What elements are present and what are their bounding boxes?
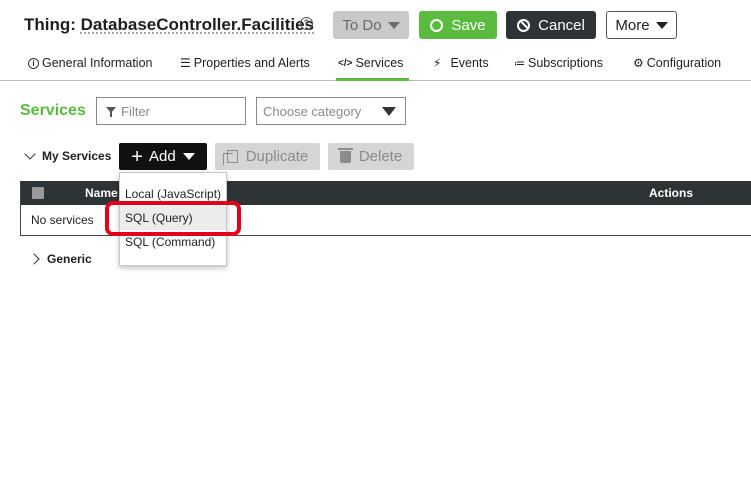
column-actions: Actions (649, 186, 694, 200)
title-prefix: Thing: (24, 15, 81, 34)
tab-label: Subscriptions (528, 56, 604, 70)
thing-name[interactable]: DatabaseController.Facilities (81, 15, 314, 34)
more-label: More (615, 16, 650, 34)
tab-configuration[interactable]: ⚙ Configuration (633, 56, 721, 70)
tab-label: Events (450, 56, 489, 70)
tab-label: Configuration (646, 56, 722, 70)
delete-button[interactable]: Delete (328, 143, 414, 170)
filter-input[interactable] (121, 102, 241, 120)
funnel-icon (106, 107, 116, 117)
add-label: Add (148, 148, 176, 165)
my-services-toggle[interactable]: My Services (24, 148, 112, 163)
duplicate-label: Duplicate (245, 148, 309, 165)
cancel-label: Cancel (538, 16, 585, 34)
active-tab-indicator (336, 78, 409, 81)
column-name[interactable]: Name (85, 186, 118, 200)
caret-down-icon (382, 107, 396, 116)
plus-icon: + (131, 145, 143, 168)
tab-events[interactable]: ⚡︎ Events (433, 56, 489, 70)
more-button[interactable]: More (606, 11, 677, 39)
trash-icon (337, 147, 353, 163)
info-circle-icon: i (28, 57, 39, 69)
tab-properties-and-alerts[interactable]: ☰ Properties and Alerts (180, 56, 310, 70)
select-all-checkbox[interactable] (32, 187, 44, 199)
tab-label: General Information (42, 56, 153, 70)
gear-icon: ⚙ (633, 56, 644, 70)
todo-button[interactable]: To Do (333, 11, 409, 39)
add-button[interactable]: + Add (119, 143, 207, 170)
ban-icon (517, 18, 531, 32)
menu-item-local-javascript[interactable]: Local (JavaScript) (120, 182, 226, 206)
cancel-button[interactable]: Cancel (506, 11, 596, 39)
menu-item-sql-command[interactable]: SQL (Command) (120, 230, 226, 254)
menu-item-sql-query[interactable]: SQL (Query) (120, 206, 226, 230)
filter-field[interactable] (96, 97, 246, 125)
category-select[interactable]: Choose category (256, 97, 406, 125)
save-button[interactable]: Save (419, 11, 497, 39)
chevron-down-icon (24, 148, 36, 160)
caret-down-icon (387, 21, 400, 29)
services-heading: Services (20, 102, 86, 119)
add-dropdown-menu: Local (JavaScript) SQL (Query) SQL (Comm… (119, 172, 227, 266)
tab-bar: i General Information ☰ Properties and A… (0, 50, 751, 81)
save-label: Save (451, 16, 486, 34)
generic-label: Generic (47, 252, 92, 266)
tab-general-information[interactable]: i General Information (28, 56, 152, 70)
caret-down-icon (182, 153, 195, 160)
caret-down-icon (655, 21, 668, 29)
empty-table-message: No services (31, 213, 94, 227)
code-icon: </> (338, 57, 353, 69)
circle-icon (430, 18, 444, 32)
page-title: Thing: DatabaseController.Facilities (24, 15, 314, 35)
rss-icon: ≔ (514, 57, 525, 70)
chevron-right-icon (28, 253, 40, 265)
tab-label: Properties and Alerts (193, 56, 310, 70)
question-circle-icon[interactable]: ? (300, 17, 313, 30)
delete-label: Delete (358, 148, 403, 165)
page-header: Thing: DatabaseController.Facilities ? T… (0, 0, 751, 50)
list-icon: ☰ (180, 56, 191, 70)
todo-label: To Do (342, 16, 382, 34)
duplicate-button[interactable]: Duplicate (215, 143, 320, 170)
tab-label: Services (355, 56, 404, 70)
generic-toggle[interactable]: Generic (28, 252, 92, 266)
category-placeholder: Choose category (263, 104, 362, 119)
tab-subscriptions[interactable]: ≔ Subscriptions (514, 56, 603, 70)
lightning-icon: ⚡︎ (433, 56, 442, 70)
copy-icon (222, 150, 238, 165)
tab-services[interactable]: </> Services (338, 56, 403, 70)
my-services-label: My Services (42, 149, 112, 163)
